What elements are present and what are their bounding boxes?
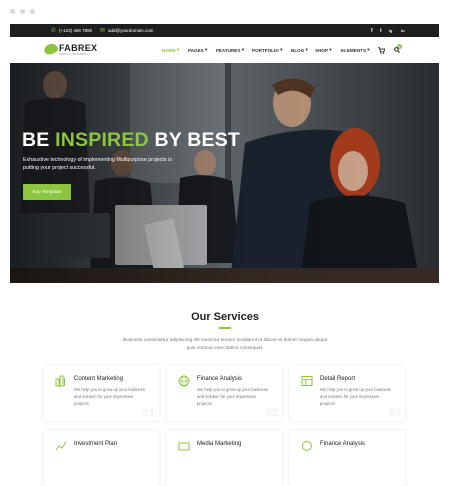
- nav-pages[interactable]: PAGES ▾: [188, 37, 207, 63]
- nav-portfolio[interactable]: PORTFOLIO ▾: [252, 37, 282, 63]
- main-navbar: FABREX FOR ALL BUSINESS HOME ▾ PAGES ▾ F…: [10, 37, 439, 63]
- window-dot-icon: [30, 9, 35, 14]
- nav-shop[interactable]: SHOP ▾: [315, 37, 332, 63]
- card-title: Content Marketing: [74, 376, 124, 382]
- investment-icon: [55, 441, 67, 451]
- hero-headline: BE INSPIRED BY BEST: [22, 129, 241, 151]
- services-description: Business consectetur adipisicing elit ei…: [122, 338, 328, 351]
- cart-icon[interactable]: [378, 37, 385, 63]
- service-card-content-marketing[interactable]: Content Marketing We help you to grow up…: [44, 366, 159, 421]
- card-title: Media Marketing: [197, 441, 242, 447]
- email-contact[interactable]: ✉ add@yourdomain.com: [100, 24, 153, 37]
- card-text: We help you to grow up your business and…: [320, 387, 391, 406]
- hero-banner: BE INSPIRED BY BEST Exhaustive technolog…: [10, 63, 439, 283]
- card-title: Finance Analysis: [320, 441, 366, 447]
- envelope-icon: ✉: [100, 27, 106, 34]
- services-title: Our Services: [191, 311, 259, 323]
- twitter-icon[interactable]: t: [380, 24, 382, 37]
- nav-home[interactable]: HOME ▾: [162, 37, 179, 63]
- card-title: Investment Plan: [74, 441, 118, 447]
- facebook-icon[interactable]: f: [371, 24, 373, 37]
- finance-icon: [302, 441, 312, 451]
- brand-tagline: FOR ALL BUSINESS: [59, 53, 89, 56]
- card-text: We help you to grow up your business and…: [74, 387, 145, 406]
- top-contact-bar: ✆ (+123) 456 7890 ✉ add@yourdomain.com f…: [10, 24, 439, 37]
- nav-features[interactable]: FEATURES ▾: [216, 37, 244, 63]
- nav-blog[interactable]: BLOG ▾: [291, 37, 308, 63]
- window-dot-icon: [10, 9, 15, 14]
- service-card-media-marketing[interactable]: Media Marketing: [167, 431, 282, 486]
- report-icon: [301, 376, 313, 386]
- card-title: Detail Report: [320, 376, 356, 382]
- service-card-finance-analysis[interactable]: Finance Analysis We help you to grow up …: [167, 366, 282, 421]
- phone-number: (+123) 456 7890: [59, 28, 93, 33]
- card-text: We help you to grow up your business and…: [197, 387, 268, 406]
- media-icon: [178, 442, 190, 451]
- hero-office-photo: [10, 63, 439, 283]
- card-number: 02: [265, 407, 278, 419]
- card-number: 01: [142, 407, 155, 419]
- service-card-finance-analysis-2[interactable]: Finance Analysis: [290, 431, 405, 486]
- instagram-icon[interactable]: ig: [389, 24, 392, 37]
- buy-template-button[interactable]: Buy Template: [23, 184, 71, 200]
- window-dot-icon: [20, 9, 25, 14]
- linkedin-icon[interactable]: in: [401, 24, 405, 37]
- service-card-detail-report[interactable]: Detail Report We help you to grow up you…: [290, 366, 405, 421]
- brand-name[interactable]: FABREX: [59, 43, 97, 53]
- phone-icon: ✆: [51, 27, 57, 34]
- nav-elements[interactable]: ELEMENTS ▾: [341, 37, 370, 63]
- browser-window-bar: [0, 0, 450, 22]
- logo-leaf-icon[interactable]: [42, 42, 60, 56]
- phone-contact[interactable]: ✆ (+123) 456 7890: [51, 24, 92, 37]
- card-title: Finance Analysis: [197, 376, 243, 382]
- email-address: add@yourdomain.com: [108, 28, 154, 33]
- service-card-investment-plan[interactable]: Investment Plan: [44, 431, 159, 486]
- globe-icon: [178, 375, 190, 387]
- card-number: 03: [388, 407, 401, 419]
- hero-description: Exhaustive technology of implementing Mu…: [23, 157, 172, 171]
- title-underline-divider: [219, 327, 231, 329]
- search-icon[interactable]: [394, 37, 400, 63]
- content-marketing-icon: [55, 375, 65, 387]
